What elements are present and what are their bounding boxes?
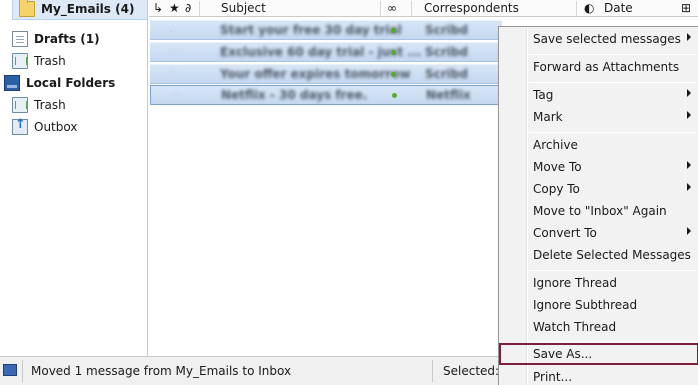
read-column-icon[interactable]: ∞ <box>387 0 397 17</box>
thread-column-icon[interactable]: ↳ <box>153 0 163 17</box>
message-subject: Netflix - 30 days free. <box>221 88 368 102</box>
outbox-icon <box>12 117 28 135</box>
trash-icon <box>12 53 28 69</box>
menu-item-label: Forward as Attachments <box>533 60 680 74</box>
menu-item-move-to-inbox-again[interactable]: Move to "Inbox" Again <box>501 201 697 223</box>
menu-item-move-to[interactable]: Move To <box>501 157 697 179</box>
unread-status-icon[interactable] <box>391 50 396 55</box>
folder-icon <box>19 0 35 17</box>
message-row[interactable]: ☆ Your offer expires tomorrow Scribd <box>150 64 502 84</box>
menu-item-save-selected-messages[interactable]: Save selected messages <box>501 29 697 51</box>
folder-label: Outbox <box>34 120 78 134</box>
message-row[interactable]: ☆ Netflix - 30 days free. Netflix <box>150 85 502 105</box>
star-icon[interactable]: ☆ <box>167 66 179 81</box>
message-correspondent: Scribd <box>425 67 468 81</box>
menu-item-label: Convert To <box>533 226 597 240</box>
folder-label: Local Folders <box>26 76 116 90</box>
folder-pane: My_Emails (4) Drafts (1) Trash Local Fol… <box>0 0 148 356</box>
folder-trash[interactable]: Trash <box>12 50 66 72</box>
message-correspondent: Scribd <box>425 45 468 59</box>
folder-drafts[interactable]: Drafts (1) <box>12 28 100 50</box>
trash-icon <box>12 97 28 113</box>
folder-outbox[interactable]: Outbox <box>12 116 77 138</box>
menu-item-ignore-subthread[interactable]: Ignore Subthread <box>501 295 697 317</box>
star-icon[interactable]: ☆ <box>168 87 180 102</box>
menu-item-label: Move To <box>533 160 582 174</box>
activity-icon[interactable] <box>3 364 17 376</box>
menu-item-label: Save As... <box>533 347 593 361</box>
junk-column-icon[interactable]: ◐ <box>584 0 594 17</box>
submenu-arrow-icon <box>687 111 691 119</box>
submenu-arrow-icon <box>687 89 691 97</box>
menu-item-label: Tag <box>533 88 554 102</box>
menu-item-label: Delete Selected Messages <box>533 248 691 262</box>
menu-item-label: Save selected messages <box>533 32 681 46</box>
menu-item-mark[interactable]: Mark <box>501 107 697 129</box>
local-folders-account[interactable]: Local Folders <box>4 72 115 94</box>
correspondents-column-header[interactable]: Correspondents <box>424 0 519 17</box>
star-icon[interactable]: ☆ <box>167 22 179 37</box>
menu-item-forward-as-attachments[interactable]: Forward as Attachments <box>501 57 697 79</box>
column-picker-icon[interactable]: ⊞ <box>681 0 691 17</box>
menu-item-label: Watch Thread <box>533 320 617 334</box>
menu-item-label: Archive <box>533 138 578 152</box>
message-correspondent: Netflix <box>426 88 471 102</box>
star-icon[interactable]: ☆ <box>167 44 179 59</box>
menu-item-archive[interactable]: Archive <box>501 135 697 157</box>
message-correspondent: Scribd <box>425 23 468 37</box>
menu-item-save-as[interactable]: Save As... <box>499 343 698 365</box>
message-subject: Start your free 30 day trial <box>220 23 402 37</box>
submenu-arrow-icon <box>687 33 691 41</box>
message-subject: Your offer expires tomorrow <box>220 67 411 81</box>
menu-item-watch-thread[interactable]: Watch Thread <box>501 317 697 339</box>
date-column-header[interactable]: Date <box>604 0 633 17</box>
menu-item-label: Mark <box>533 110 563 124</box>
menu-item-copy-to[interactable]: Copy To <box>501 179 697 201</box>
menu-item-label: Copy To <box>533 182 580 196</box>
drafts-icon <box>12 31 28 47</box>
message-list-header: ↳ ★ ∂ Subject ∞ Correspondents ◐ Date ⊞ <box>149 0 698 17</box>
folder-label: Trash <box>34 54 66 68</box>
attachment-column-icon[interactable]: ∂ <box>185 0 191 17</box>
status-message: Moved 1 message from My_Emails to Inbox <box>31 364 292 378</box>
menu-item-label: Ignore Thread <box>533 276 617 290</box>
message-row[interactable]: ☆ Exclusive 60 day trial - just ... Scri… <box>150 42 502 62</box>
context-menu: Save selected messages Forward as Attach… <box>498 26 698 385</box>
unread-status-icon[interactable] <box>392 93 397 98</box>
menu-item-tag[interactable]: Tag <box>501 85 697 107</box>
submenu-arrow-icon <box>687 183 691 191</box>
folder-my-emails[interactable]: My_Emails (4) <box>12 0 148 20</box>
menu-item-delete-selected-messages[interactable]: Delete Selected Messages <box>501 245 697 267</box>
local-folders-icon <box>4 75 20 91</box>
star-column-icon[interactable]: ★ <box>169 0 180 17</box>
submenu-arrow-icon <box>687 161 691 169</box>
menu-item-ignore-thread[interactable]: Ignore Thread <box>501 273 697 295</box>
menu-item-label: Move to "Inbox" Again <box>533 204 667 218</box>
folder-label: Trash <box>34 98 66 112</box>
folder-label: My_Emails (4) <box>41 2 135 16</box>
submenu-arrow-icon <box>687 227 691 235</box>
folder-label: Drafts (1) <box>34 32 100 46</box>
subject-column-header[interactable]: Subject <box>221 0 266 17</box>
folder-local-trash[interactable]: Trash <box>12 94 66 116</box>
unread-status-icon[interactable] <box>391 28 396 33</box>
menu-item-print[interactable]: Print... <box>501 367 697 385</box>
message-row[interactable]: ☆ Start your free 30 day trial Scribd <box>150 20 502 40</box>
menu-item-label: Print... <box>533 370 573 384</box>
menu-item-convert-to[interactable]: Convert To <box>501 223 697 245</box>
unread-status-icon[interactable] <box>391 72 396 77</box>
menu-item-label: Ignore Subthread <box>533 298 638 312</box>
